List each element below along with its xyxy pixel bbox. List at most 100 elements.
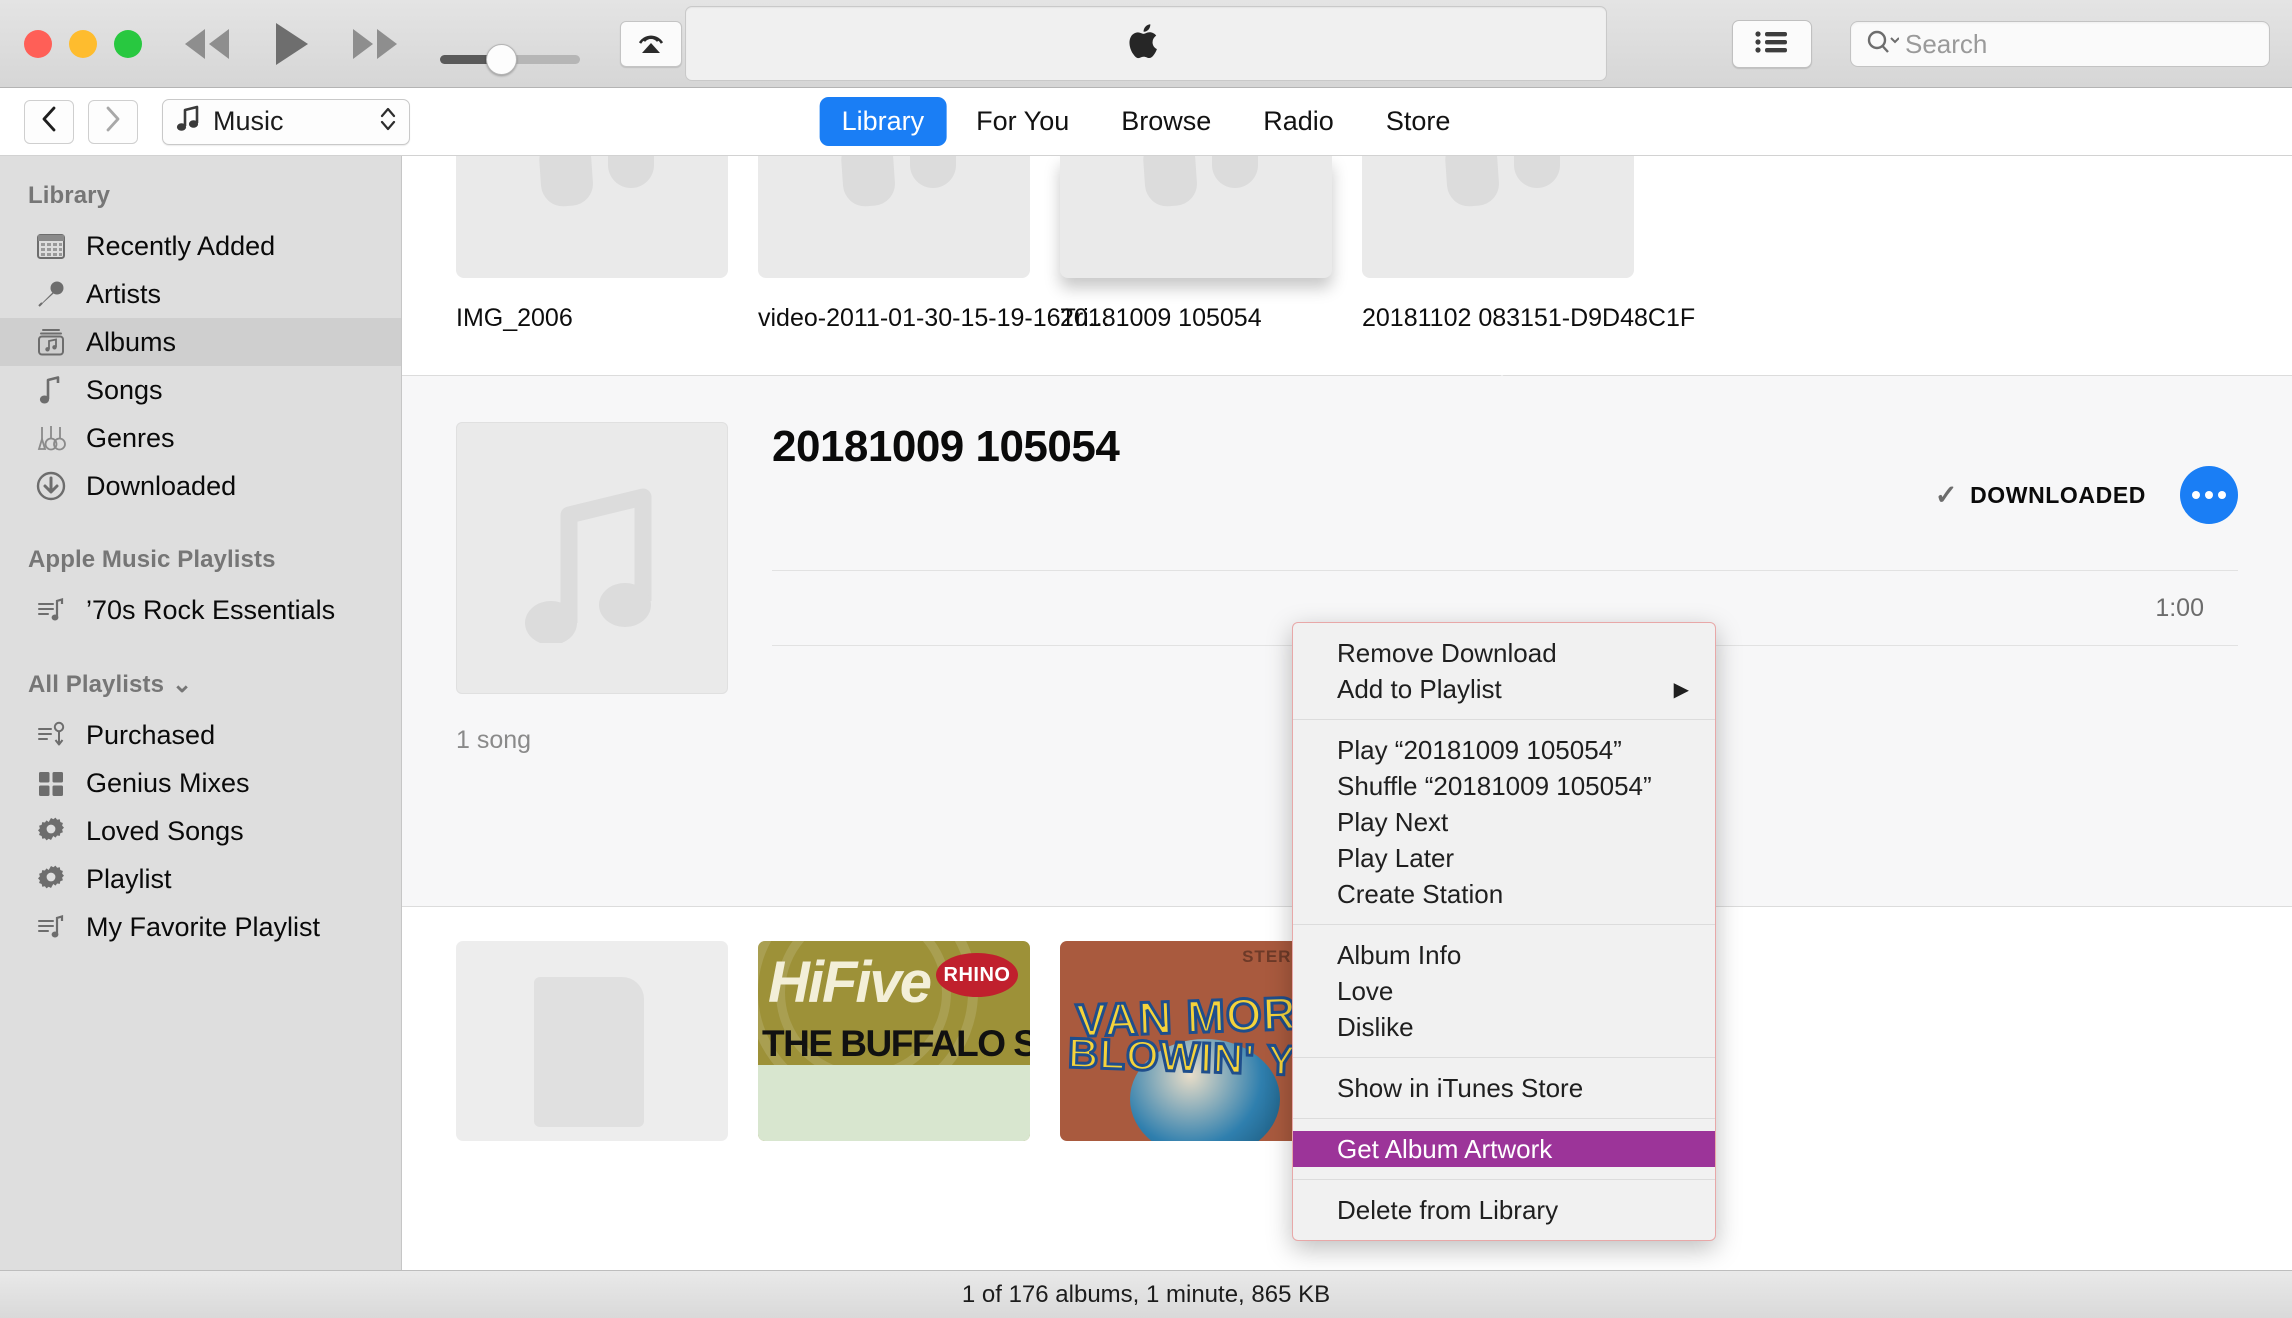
album-artwork-placeholder[interactable] — [456, 156, 728, 278]
sidebar-section-title: All Playlists — [28, 671, 165, 698]
cover-bottom-band — [758, 1065, 1030, 1141]
tab-library[interactable]: Library — [819, 97, 947, 146]
detail-album-artwork[interactable] — [456, 422, 728, 694]
sidebar-item-artists[interactable]: Artists — [0, 270, 401, 318]
sidebar-item-label: Recently Added — [86, 230, 276, 261]
album-caption: 20181009 105054 — [1060, 304, 1262, 332]
sidebar-item-my-favorite-playlist[interactable]: My Favorite Playlist — [0, 903, 401, 951]
context-menu-item-dislike[interactable]: Dislike — [1293, 1009, 1715, 1045]
close-window-button[interactable] — [24, 29, 52, 58]
context-menu-item-remove-download[interactable]: Remove Download — [1293, 635, 1715, 671]
sidebar-item-loved-songs[interactable]: Loved Songs — [0, 807, 401, 855]
play-icon[interactable] — [264, 21, 318, 67]
album-cell[interactable]: IMG_2006 — [456, 156, 758, 333]
sidebar-item-label: Songs — [86, 374, 163, 405]
sidebar-item-purchased[interactable]: Purchased — [0, 711, 401, 759]
chevron-down-icon[interactable]: ⌄ — [172, 670, 192, 699]
status-text: 1 of 176 albums, 1 minute, 865 KB — [961, 1280, 1331, 1308]
navigation-bar: Music Library For You Browse Radio Store — [0, 88, 2292, 156]
sidebar-item-label: Playlist — [86, 863, 172, 894]
more-options-button[interactable] — [2180, 466, 2238, 524]
album-cell[interactable]: HiFive RHINO THE BUFFALO SPRINGFIELD — [758, 941, 1060, 1141]
context-menu-item-shuffle-album[interactable]: Shuffle “20181009 105054” — [1293, 768, 1715, 804]
minimize-window-button[interactable] — [69, 29, 97, 58]
sidebar-item-genius-mixes[interactable]: Genius Mixes — [0, 759, 401, 807]
album-caption: video-2011-01-30-15-19-16Tri... — [758, 304, 1110, 332]
source-popup-button[interactable]: Music — [162, 98, 410, 145]
context-menu-item-show-in-itunes-store[interactable]: Show in iTunes Store — [1293, 1070, 1715, 1106]
list-view-button[interactable] — [1732, 20, 1812, 68]
sidebar-item-recently-added[interactable]: Recently Added — [0, 222, 401, 270]
submenu-arrow-icon: ▶ — [1673, 678, 1689, 701]
back-button[interactable] — [24, 99, 74, 144]
context-menu-item-play-later[interactable]: Play Later — [1293, 840, 1715, 876]
song-count-label: 1 song — [456, 726, 532, 754]
detail-pointer-triangle — [1472, 375, 1532, 397]
sidebar-item-genres[interactable]: Genres — [0, 414, 401, 462]
context-menu-item-play-next[interactable]: Play Next — [1293, 804, 1715, 840]
album-artwork-placeholder[interactable] — [456, 941, 728, 1141]
playlist-download-icon — [34, 718, 68, 752]
ellipsis-icon — [2218, 491, 2226, 499]
forward-button[interactable] — [88, 99, 138, 144]
context-menu-item-play-album[interactable]: Play “20181009 105054” — [1293, 732, 1715, 768]
music-note-icon — [34, 373, 68, 407]
main-body: Library Recently Added Artists Albums So… — [0, 156, 2292, 1270]
fast-forward-icon[interactable] — [348, 21, 402, 67]
context-menu-separator — [1293, 924, 1715, 925]
tab-for-you[interactable]: For You — [954, 97, 1091, 146]
toolbar-right: Search — [1732, 0, 2292, 88]
itunes-window: Search Music Library For You Browse Radi… — [0, 0, 2292, 1318]
tab-store[interactable]: Store — [1364, 97, 1473, 146]
context-menu-item-delete-from-library[interactable]: Delete from Library — [1293, 1192, 1715, 1228]
tab-radio[interactable]: Radio — [1241, 97, 1356, 146]
search-field[interactable]: Search — [1850, 21, 2270, 67]
maximize-window-button[interactable] — [114, 29, 142, 58]
sidebar-item-songs[interactable]: Songs — [0, 366, 401, 414]
context-menu-item-add-to-playlist[interactable]: Add to Playlist ▶ — [1293, 671, 1715, 707]
sidebar-item-label: Downloaded — [86, 470, 237, 501]
context-menu-item-album-info[interactable]: Album Info — [1293, 937, 1715, 973]
context-menu-item-love[interactable]: Love — [1293, 973, 1715, 1009]
sidebar-item-downloaded[interactable]: Downloaded — [0, 462, 401, 510]
album-artwork-placeholder[interactable] — [758, 156, 1030, 278]
context-menu-item-get-album-artwork[interactable]: Get Album Artwork — [1293, 1131, 1715, 1167]
context-menu-separator — [1293, 1057, 1715, 1058]
chevron-left-icon — [39, 105, 59, 138]
album-cell[interactable] — [456, 941, 758, 1141]
sidebar-item-label: Albums — [86, 326, 177, 357]
sidebar-item-albums[interactable]: Albums — [0, 318, 401, 366]
microphone-icon — [34, 277, 68, 311]
nav-left-group: Music — [24, 98, 410, 145]
album-cell[interactable]: 20181102 083151-D9D48C1F — [1362, 156, 1695, 333]
music-note-icon — [608, 156, 654, 188]
album-cell[interactable]: video-2011-01-30-15-19-16Tri... — [758, 156, 1110, 333]
album-artwork-placeholder[interactable] — [1060, 156, 1332, 278]
airplay-icon — [635, 25, 667, 62]
sidebar-section-apple-music-playlists-header: Apple Music Playlists — [28, 546, 276, 573]
tab-browse[interactable]: Browse — [1099, 97, 1233, 146]
sidebar-item-playlist[interactable]: Playlist — [0, 855, 401, 903]
updown-chevron-icon — [379, 104, 397, 139]
status-bar: 1 of 176 albums, 1 minute, 865 KB — [0, 1270, 2292, 1318]
sidebar-section-all-playlists-header[interactable]: All Playlists ⌄ — [0, 634, 401, 711]
playlist-note-icon — [34, 910, 68, 944]
airplay-button[interactable] — [620, 20, 682, 67]
music-note-icon — [1443, 156, 1501, 208]
album-cell-selected[interactable]: 20181009 105054 — [1060, 156, 1362, 333]
volume-knob[interactable] — [486, 43, 517, 75]
sidebar-item-70s-rock-essentials[interactable]: ’70s Rock Essentials — [0, 586, 401, 634]
album-caption: IMG_2006 — [456, 304, 573, 332]
context-menu-item-label: Add to Playlist — [1337, 673, 1502, 704]
context-menu-item-create-station[interactable]: Create Station — [1293, 876, 1715, 912]
album-stack-icon — [34, 325, 68, 359]
album-artwork-placeholder[interactable] — [1362, 156, 1634, 278]
album-context-menu[interactable]: Remove Download Add to Playlist ▶ Play “… — [1292, 622, 1716, 1241]
search-icon[interactable] — [1865, 28, 1900, 61]
sidebar-section-library-header: Library — [28, 182, 111, 209]
now-playing-display[interactable] — [685, 6, 1607, 81]
rewind-icon[interactable] — [180, 21, 234, 67]
track-duration: 1:00 — [2155, 593, 2204, 622]
gear-icon — [34, 862, 68, 896]
album-artwork-hifive[interactable]: HiFive RHINO THE BUFFALO SPRINGFIELD — [758, 941, 1030, 1141]
